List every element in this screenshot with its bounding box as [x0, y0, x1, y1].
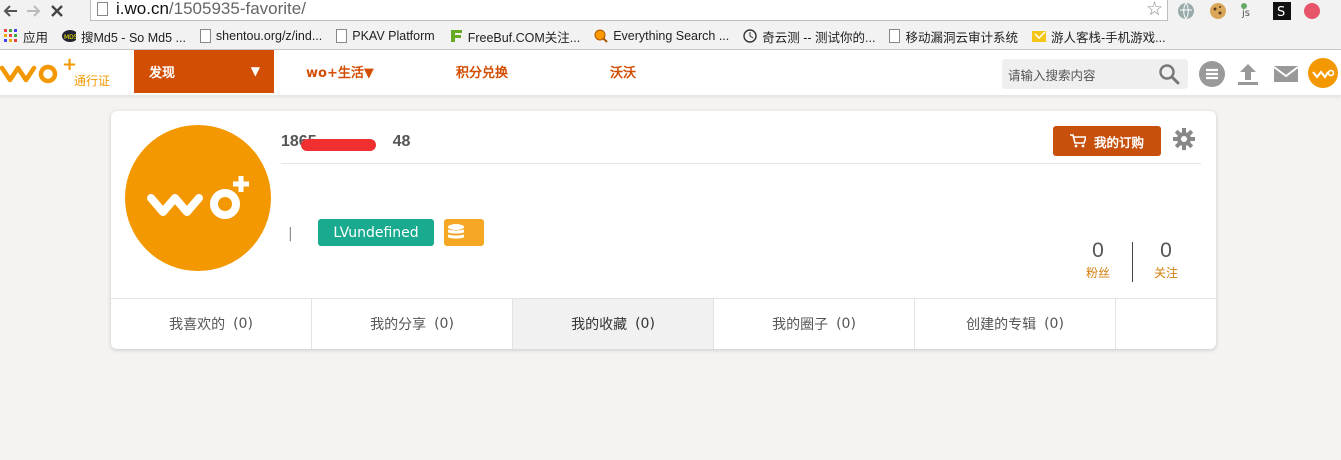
file-icon: [336, 29, 348, 43]
gear-icon[interactable]: [1173, 128, 1195, 150]
wo-logo[interactable]: + 通行证: [0, 54, 134, 90]
bookmarks-bar: 应用 MD5 搜Md5 - So Md5 ... shentou.org/z/i…: [0, 24, 1341, 48]
avatar[interactable]: [125, 125, 271, 271]
bookmark-yidong[interactable]: 移动漏洞云审计系统: [889, 27, 1018, 46]
menu-list-icon[interactable]: [1198, 60, 1226, 88]
browser-chrome: i.wo.cn/1505935-favorite/ ☆ js S 应用 MD5 …: [0, 0, 1341, 50]
address-bar[interactable]: i.wo.cn/1505935-favorite/ ☆: [90, 0, 1168, 21]
bookmark-pkav[interactable]: PKAV Platform: [336, 29, 435, 43]
nav-discover-label: 发现: [149, 66, 176, 81]
search-placeholder: 请输入搜索内容: [1008, 67, 1096, 83]
nav-points-exchange[interactable]: 积分兑换: [456, 50, 508, 93]
file-icon: [889, 29, 901, 43]
following-stat[interactable]: 0 关注: [1144, 239, 1188, 281]
file-icon: [199, 29, 211, 43]
user-avatar-icon[interactable]: [1307, 57, 1339, 89]
fans-count: 0: [1092, 239, 1104, 262]
svg-text:MD5: MD5: [64, 34, 76, 41]
nav-wowo[interactable]: 沃沃: [610, 50, 636, 93]
svg-text:js: js: [1241, 8, 1250, 19]
back-button[interactable]: [0, 0, 22, 22]
following-label: 关注: [1153, 266, 1178, 280]
nav-discover[interactable]: 发现 ▼: [134, 50, 274, 93]
everything-icon: [594, 29, 608, 43]
bookmark-apps[interactable]: 应用: [4, 27, 48, 46]
tab-favorites[interactable]: 我的收藏 (0): [513, 299, 714, 349]
bookmark-star-icon[interactable]: ☆: [1146, 0, 1163, 20]
search-icon[interactable]: [1158, 63, 1180, 85]
bookmark-qiyunce[interactable]: 奇云测 -- 测试你的...: [743, 27, 875, 46]
logo-subtitle: 通行证: [74, 74, 111, 88]
my-orders-button[interactable]: 我的订购: [1053, 126, 1161, 156]
separator: |: [288, 226, 293, 242]
url-text: i.wo.cn/1505935-favorite/: [116, 0, 306, 18]
profile-tabs: 我喜欢的 (0) 我的分享 (0) 我的收藏 (0) 我的圈子 (0) 创建的专辑 (0): [111, 298, 1216, 349]
forward-button[interactable]: [22, 0, 44, 22]
globe-extension-icon[interactable]: [1175, 0, 1197, 22]
fans-label: 粉丝: [1085, 266, 1110, 280]
profile-divider: [281, 163, 1201, 164]
svg-text:S: S: [1277, 5, 1285, 20]
tab-albums[interactable]: 创建的专辑 (0): [915, 299, 1116, 349]
stat-divider: [1132, 242, 1133, 282]
wo-avatar-logo: [147, 176, 249, 219]
bookmark-shentou[interactable]: shentou.org/z/ind...: [199, 29, 322, 43]
freebuf-icon: [450, 30, 462, 42]
site-header: + 通行证 发现 ▼ wo+生活▼ 积分兑换 沃沃 请输入搜索内容: [0, 50, 1341, 96]
close-icon: [51, 5, 63, 17]
cookie-extension-icon[interactable]: [1207, 0, 1229, 22]
clock-icon: [743, 29, 757, 43]
mail-icon[interactable]: [1272, 60, 1300, 88]
js-extension-icon[interactable]: js: [1239, 0, 1261, 22]
tab-circles[interactable]: 我的圈子 (0): [714, 299, 915, 349]
bookmark-everything[interactable]: Everything Search ...: [594, 29, 729, 43]
back-arrow-icon: [3, 5, 17, 17]
tab-shared[interactable]: 我的分享 (0): [312, 299, 513, 349]
redaction-mark: [301, 139, 376, 151]
chevron-down-icon: ▼: [250, 64, 260, 78]
stop-button[interactable]: [46, 0, 68, 22]
level-badge: LVundefined: [318, 219, 434, 246]
upload-icon[interactable]: [1234, 60, 1262, 88]
fans-stat[interactable]: 0 粉丝: [1076, 239, 1120, 281]
tab-liked[interactable]: 我喜欢的 (0): [111, 299, 312, 349]
wo-logo-mark: [0, 64, 58, 84]
bookmark-md5[interactable]: MD5 搜Md5 - So Md5 ...: [62, 27, 186, 46]
nav-wo-life[interactable]: wo+生活▼: [306, 50, 374, 93]
coins-badge: [444, 219, 484, 246]
search-input[interactable]: 请输入搜索内容: [1002, 59, 1188, 89]
apps-grid-icon: [4, 29, 17, 42]
profile-card: 1865 48 我的订购 | LVundefined 0 粉丝 0 关注 我喜欢的…: [111, 111, 1216, 349]
page-icon: [97, 2, 108, 16]
pink-extension-icon[interactable]: [1301, 0, 1323, 22]
bookmark-freebuf[interactable]: FreeBuf.COM关注...: [449, 27, 580, 46]
following-count: 0: [1160, 239, 1172, 262]
my-orders-label: 我的订购: [1093, 134, 1144, 150]
folder-bookmark-icon: [1031, 31, 1046, 42]
coins-icon: [448, 223, 464, 238]
md5-icon: MD5: [62, 30, 77, 42]
cart-icon: [1069, 134, 1086, 148]
s-extension-icon[interactable]: S: [1271, 0, 1293, 22]
bookmark-youren[interactable]: 游人客栈-手机游戏...: [1031, 27, 1166, 46]
forward-arrow-icon: [27, 5, 41, 17]
